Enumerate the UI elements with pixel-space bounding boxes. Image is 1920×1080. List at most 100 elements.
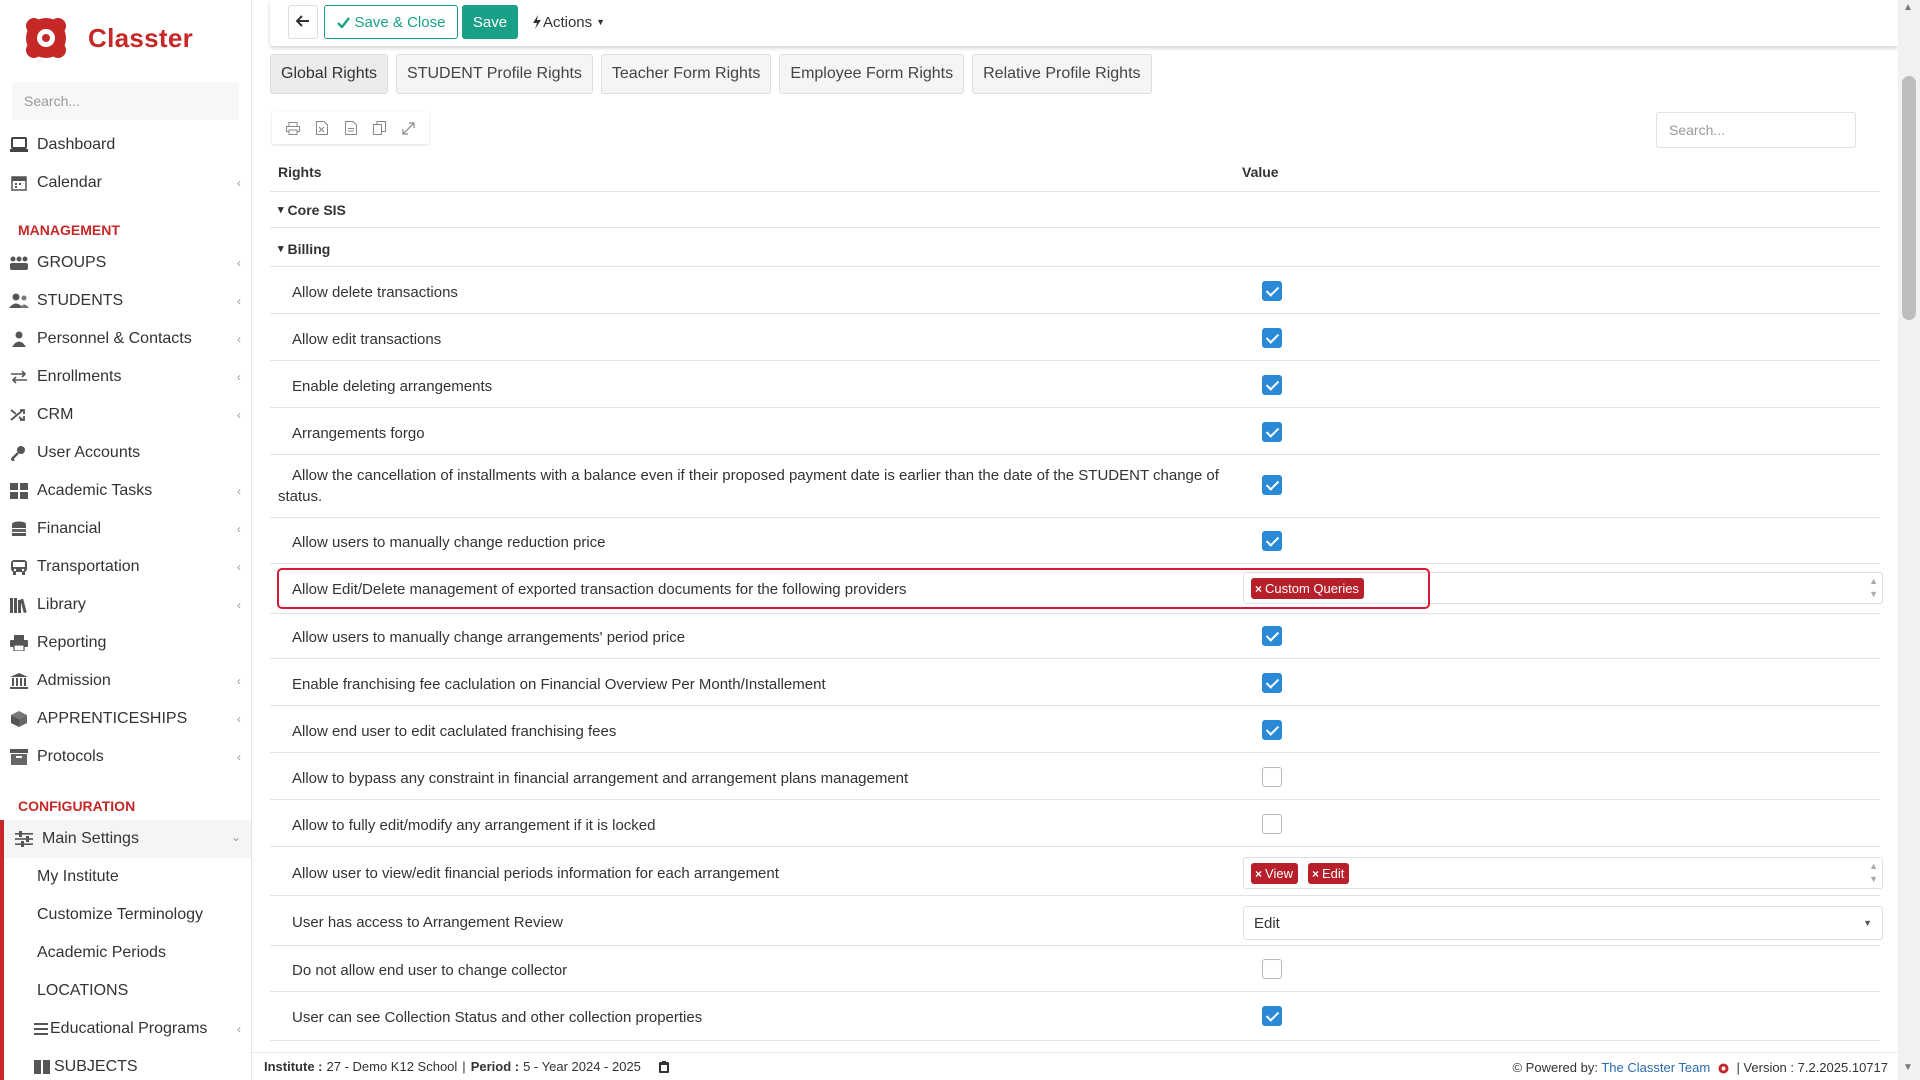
page-scrollbar[interactable]: ▲ ▼ xyxy=(1898,0,1920,1080)
sidebar-item-label: Main Settings xyxy=(42,830,139,847)
sidebar: Classter Search... Dashboard Calendar ‹ … xyxy=(0,0,252,1080)
print-icon[interactable] xyxy=(278,112,307,144)
top-toolbar: Save & Close Save Actions ▼ xyxy=(270,0,1898,46)
table-search-input[interactable]: Search... xyxy=(1656,112,1856,148)
financial-periods-multiselect[interactable]: × View × Edit ▲ ▼ xyxy=(1243,857,1883,889)
sidebar-item-main-settings[interactable]: Main Settings ⌄ xyxy=(4,820,251,858)
sidebar-item-label: Admission xyxy=(37,672,111,689)
clipboard-icon[interactable] xyxy=(658,1060,669,1073)
sidebar-subitem-locations[interactable]: LOCATIONS xyxy=(4,972,251,1010)
sidebar-item-protocols[interactable]: Protocols ‹ xyxy=(0,738,251,776)
sidebar-search-input[interactable]: Search... xyxy=(12,82,239,120)
column-header-value: Value xyxy=(1242,164,1279,180)
remove-tag-icon[interactable]: × xyxy=(1255,867,1262,881)
sidebar-subitem-subjects[interactable]: SUBJECTS xyxy=(4,1048,251,1080)
chevron-down-icon: ▾ xyxy=(278,243,284,255)
sidebar-item-apprenticeships[interactable]: APPRENTICESHIPS ‹ xyxy=(0,700,251,738)
printer-icon xyxy=(9,633,29,653)
right-checkbox[interactable] xyxy=(1262,673,1282,693)
chevron-left-icon: ‹ xyxy=(237,750,241,764)
back-button[interactable] xyxy=(288,5,318,39)
sidebar-item-reporting[interactable]: Reporting xyxy=(0,624,251,662)
sidebar-item-library[interactable]: Library ‹ xyxy=(0,586,251,624)
group-core-sis[interactable]: ▾ Core SIS xyxy=(270,192,1880,228)
right-checkbox[interactable] xyxy=(1262,422,1282,442)
right-label: Allow users to manually change reduction… xyxy=(292,534,606,551)
right-checkbox[interactable] xyxy=(1262,1006,1282,1026)
sidebar-item-label: Personnel & Contacts xyxy=(37,330,192,347)
sidebar-item-crm[interactable]: CRM ‹ xyxy=(0,396,251,434)
sidebar-item-financial[interactable]: Financial ‹ xyxy=(0,510,251,548)
tag-view[interactable]: × View xyxy=(1251,863,1298,884)
exchange-icon xyxy=(9,367,29,387)
classter-logo-icon xyxy=(22,14,70,62)
tab-global-rights[interactable]: Global Rights xyxy=(270,54,389,94)
table-header: Rights Value xyxy=(270,156,1880,192)
copy-icon[interactable] xyxy=(365,112,394,144)
select-value: Edit xyxy=(1254,914,1280,932)
right-checkbox[interactable] xyxy=(1262,281,1282,301)
tab-relative-profile-rights[interactable]: Relative Profile Rights xyxy=(972,54,1152,94)
sidebar-item-user-accounts[interactable]: User Accounts xyxy=(0,434,251,472)
right-checkbox[interactable] xyxy=(1262,767,1282,787)
sidebar-item-label: Transportation xyxy=(37,558,140,575)
logo[interactable]: Classter xyxy=(0,0,251,76)
sidebar-item-admission[interactable]: Admission ‹ xyxy=(0,662,251,700)
classter-team-link[interactable]: The Classter Team xyxy=(1601,1060,1710,1075)
sidebar-item-personnel[interactable]: Personnel & Contacts ‹ xyxy=(0,320,251,358)
chevron-left-icon: ‹ xyxy=(237,332,241,346)
chevron-left-icon: ‹ xyxy=(237,522,241,536)
sidebar-subitem-academic-periods[interactable]: Academic Periods xyxy=(4,934,251,972)
remove-tag-icon[interactable]: × xyxy=(1312,867,1319,881)
excel-export-icon[interactable] xyxy=(307,112,336,144)
right-checkbox[interactable] xyxy=(1262,475,1282,495)
right-checkbox[interactable] xyxy=(1262,531,1282,551)
column-header-rights: Rights xyxy=(278,164,322,180)
expand-icon[interactable] xyxy=(394,112,423,144)
right-checkbox[interactable] xyxy=(1262,328,1282,348)
sidebar-item-enrollments[interactable]: Enrollments ‹ xyxy=(0,358,251,396)
csv-export-icon[interactable] xyxy=(336,112,365,144)
chevron-left-icon: ‹ xyxy=(237,408,241,422)
scroll-arrows-icon[interactable]: ▲ ▼ xyxy=(1869,575,1878,601)
right-checkbox[interactable] xyxy=(1262,959,1282,979)
scrollbar-thumb[interactable] xyxy=(1902,76,1916,320)
tab-teacher-form-rights[interactable]: Teacher Form Rights xyxy=(600,54,772,94)
actions-dropdown-button[interactable]: Actions ▼ xyxy=(528,5,610,39)
sidebar-item-calendar[interactable]: Calendar ‹ xyxy=(0,164,251,202)
right-label: Allow delete transactions xyxy=(292,284,458,301)
scroll-arrows-icon[interactable]: ▲ ▼ xyxy=(1869,860,1878,886)
period-value: 5 - Year 2024 - 2025 xyxy=(523,1059,641,1074)
arrangement-review-select[interactable]: Edit ▼ xyxy=(1243,906,1883,940)
sidebar-item-groups[interactable]: GROUPS ‹ xyxy=(0,244,251,282)
arrow-left-icon xyxy=(295,14,310,31)
configuration-nav: Main Settings ⌄ My Institute Customize T… xyxy=(0,820,251,1080)
right-checkbox[interactable] xyxy=(1262,720,1282,740)
tag-label: View xyxy=(1265,866,1293,881)
tag-edit[interactable]: × Edit xyxy=(1308,863,1350,884)
right-checkbox[interactable] xyxy=(1262,814,1282,834)
sidebar-subitem-educational-programs[interactable]: Educational Programs ‹ xyxy=(4,1010,251,1048)
chevron-left-icon: ‹ xyxy=(237,370,241,384)
tab-student-profile-rights[interactable]: STUDENT Profile Rights xyxy=(396,54,593,94)
tab-employee-form-rights[interactable]: Employee Form Rights xyxy=(779,54,965,94)
table-row: Allow users to manually change arrangeme… xyxy=(270,616,1880,659)
sidebar-item-students[interactable]: STUDENTS ‹ xyxy=(0,282,251,320)
scroll-up-icon[interactable]: ▲ xyxy=(1903,2,1913,13)
right-checkbox[interactable] xyxy=(1262,375,1282,395)
group-billing[interactable]: ▾ Billing xyxy=(270,231,1880,267)
chevron-left-icon: ‹ xyxy=(237,484,241,498)
powered-by-label: Powered by: xyxy=(1525,1060,1598,1075)
person-icon xyxy=(9,329,29,349)
scroll-down-icon[interactable]: ▼ xyxy=(1903,1062,1913,1073)
right-checkbox[interactable] xyxy=(1262,626,1282,646)
sidebar-subitem-customize-terminology[interactable]: Customize Terminology xyxy=(4,896,251,934)
save-button[interactable]: Save xyxy=(462,5,518,39)
right-label: Do not allow end user to change collecto… xyxy=(292,962,568,979)
coins-icon xyxy=(9,519,29,539)
sidebar-item-transportation[interactable]: Transportation ‹ xyxy=(0,548,251,586)
sidebar-subitem-my-institute[interactable]: My Institute xyxy=(4,858,251,896)
sidebar-item-academic-tasks[interactable]: Academic Tasks ‹ xyxy=(0,472,251,510)
save-close-button[interactable]: Save & Close xyxy=(324,5,458,39)
sidebar-item-dashboard[interactable]: Dashboard xyxy=(0,126,251,164)
